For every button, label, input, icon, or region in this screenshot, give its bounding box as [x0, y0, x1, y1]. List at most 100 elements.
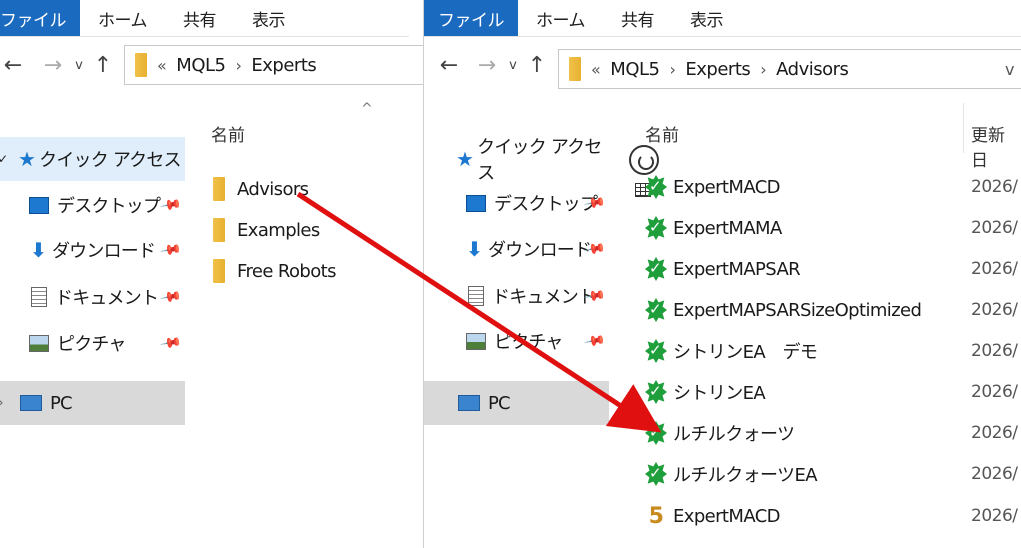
- tab-share[interactable]: 共有: [165, 0, 234, 36]
- sidebar-item-pictures[interactable]: ピクチャ 📌: [0, 321, 185, 365]
- list-item[interactable]: ✓ シトリンEA 2026/: [645, 372, 1021, 412]
- column-header-date[interactable]: 更新日: [971, 121, 1021, 171]
- pin-icon[interactable]: 📌: [159, 194, 182, 217]
- tab-home[interactable]: ホーム: [80, 0, 165, 36]
- list-item[interactable]: 5 ExpertMACD 2026/: [645, 496, 1021, 536]
- address-overflow[interactable]: «: [147, 56, 170, 75]
- list-item[interactable]: ✓ ExpertMACD 2026/: [645, 167, 1021, 207]
- list-item[interactable]: ✓ ExpertMAMA 2026/: [645, 208, 1021, 248]
- sidebar-item-label: クイック アクセス: [477, 137, 602, 184]
- tab-file[interactable]: ファイル: [424, 0, 518, 36]
- file-date: 2026/: [971, 341, 1018, 361]
- ea-icon: ✓: [645, 216, 667, 240]
- sort-indicator-icon: ^: [361, 101, 373, 117]
- download-arrow-icon: ⬇: [30, 238, 47, 262]
- list-item-free-robots[interactable]: Free Robots: [213, 251, 337, 291]
- desktop-icon: [466, 194, 486, 212]
- sidebar-item-pc[interactable]: › PC: [0, 381, 185, 425]
- sidebar-item-downloads[interactable]: ⬇ ダウンロード 📌: [424, 227, 609, 271]
- sidebar-item-label: デスクトップ: [57, 196, 161, 217]
- file-name: ExpertMACD: [673, 176, 781, 198]
- pin-icon[interactable]: 📌: [159, 286, 182, 309]
- breadcrumb-advisors[interactable]: Advisors: [770, 59, 854, 80]
- sidebar-item-label: ピクチャ: [57, 334, 126, 355]
- sidebar-item-documents[interactable]: ドキュメント 📌: [0, 275, 185, 319]
- address-bar[interactable]: « MQL5 › Experts › Advisors v: [558, 49, 1021, 89]
- folder-name: Advisors: [237, 178, 309, 200]
- sidebar-item-pictures[interactable]: ピクチャ 📌: [424, 319, 609, 363]
- file-name: ルチルクォーツ: [673, 424, 795, 445]
- pc-icon: [458, 395, 480, 411]
- tab-share[interactable]: 共有: [603, 0, 672, 36]
- list-item[interactable]: ✓ ExpertMAPSAR 2026/: [645, 249, 1021, 289]
- download-arrow-icon: ⬇: [466, 237, 483, 261]
- sidebar-item-pc[interactable]: PC: [424, 381, 609, 425]
- back-arrow-icon[interactable]: ←: [0, 53, 26, 78]
- pin-icon[interactable]: 📌: [159, 332, 182, 355]
- address-overflow[interactable]: «: [581, 60, 604, 79]
- list-item[interactable]: ✓ シトリンEA デモ 2026/: [645, 331, 1021, 371]
- expand-chevron-icon[interactable]: ›: [0, 395, 12, 411]
- pin-icon[interactable]: 📌: [583, 330, 606, 353]
- column-header-name[interactable]: 名前: [645, 121, 679, 146]
- pin-icon[interactable]: 📌: [159, 239, 182, 262]
- tab-home[interactable]: ホーム: [518, 0, 603, 36]
- breadcrumb-separator-icon: ›: [760, 59, 767, 79]
- tab-view[interactable]: 表示: [672, 0, 741, 36]
- file-date: 2026/: [971, 423, 1018, 443]
- explorer-window-left: ファイル ホーム 共有 表示 ← → v ↑ « MQL5 › Experts …: [0, 0, 424, 548]
- file-date: 2026/: [971, 177, 1018, 197]
- ea-icon: ✓: [645, 380, 667, 404]
- list-item-examples[interactable]: Examples: [213, 210, 320, 250]
- list-item[interactable]: ✓ ルチルクォーツEA 2026/: [645, 454, 1021, 494]
- document-icon: [31, 287, 47, 307]
- breadcrumb-experts[interactable]: Experts: [245, 55, 322, 76]
- sidebar-item-desktop[interactable]: デスクトップ 📌: [424, 181, 609, 225]
- ea-icon: ✓: [645, 257, 667, 281]
- list-item-advisors[interactable]: Advisors: [213, 169, 309, 209]
- sidebar-quick-access[interactable]: ★ クイック アクセス: [424, 137, 609, 184]
- file-date: 2026/: [971, 259, 1018, 279]
- ea-icon: ✓: [645, 421, 667, 445]
- sidebar-item-label: クイック アクセス: [39, 150, 181, 171]
- forward-arrow-icon[interactable]: →: [40, 53, 66, 78]
- up-arrow-icon[interactable]: ↑: [524, 53, 550, 78]
- forward-arrow-icon[interactable]: →: [474, 53, 500, 78]
- back-arrow-icon[interactable]: ←: [436, 53, 462, 78]
- sidebar-item-label: PC: [488, 392, 511, 414]
- ea-icon: ✓: [645, 298, 667, 322]
- list-item[interactable]: ✓ ルチルクォーツ 2026/: [645, 413, 1021, 453]
- recent-locations-chevron-icon[interactable]: v: [502, 58, 524, 73]
- recent-locations-chevron-icon[interactable]: v: [68, 58, 90, 73]
- file-date: 2026/: [971, 382, 1018, 402]
- address-dropdown-icon[interactable]: v: [1005, 60, 1014, 79]
- ea-icon: ✓: [645, 462, 667, 486]
- sidebar-item-label: ドキュメント: [55, 288, 159, 309]
- breadcrumb-separator-icon: ›: [235, 55, 242, 75]
- sidebar-item-label: ドキュメント: [492, 287, 596, 308]
- sidebar-item-downloads[interactable]: ⬇ ダウンロード 📌: [0, 228, 185, 272]
- sidebar-item-documents[interactable]: ドキュメント 📌: [424, 274, 609, 318]
- list-item[interactable]: ✓ ExpertMAPSARSizeOptimized 2026/: [645, 290, 1021, 330]
- file-name: ExpertMAMA: [673, 217, 782, 239]
- expand-chevron-icon[interactable]: ✓: [0, 152, 12, 166]
- folder-name: Free Robots: [237, 260, 337, 282]
- pc-icon: [20, 395, 42, 411]
- file-name: ExpertMACD: [673, 505, 781, 527]
- sidebar-item-label: ダウンロード: [487, 240, 592, 261]
- breadcrumb-experts[interactable]: Experts: [679, 59, 756, 80]
- up-arrow-icon[interactable]: ↑: [90, 53, 116, 78]
- tab-view[interactable]: 表示: [234, 0, 303, 36]
- ribbon-tabs: ファイル ホーム 共有 表示: [0, 0, 409, 37]
- tab-file[interactable]: ファイル: [0, 0, 80, 36]
- breadcrumb-mql5[interactable]: MQL5: [604, 59, 665, 80]
- column-divider[interactable]: [963, 103, 964, 153]
- sidebar-quick-access[interactable]: ✓ ★ クイック アクセス: [0, 137, 185, 181]
- breadcrumb-mql5[interactable]: MQL5: [170, 55, 231, 76]
- address-bar[interactable]: « MQL5 › Experts: [124, 45, 423, 85]
- sidebar-item-desktop[interactable]: デスクトップ 📌: [0, 183, 185, 227]
- column-header-name[interactable]: 名前: [211, 121, 245, 146]
- sidebar-item-label: デスクトップ: [494, 194, 598, 215]
- breadcrumb-separator-icon: ›: [669, 59, 676, 79]
- sidebar-item-label: ダウンロード: [51, 241, 156, 262]
